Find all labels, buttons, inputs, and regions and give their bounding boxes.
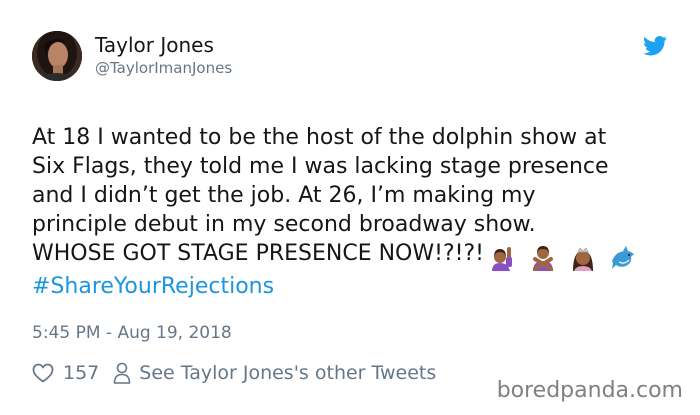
avatar[interactable] <box>32 31 82 81</box>
tweet-text-line-with-emojis: WHOSE GOT STAGE PRESENCE NOW!?!?! <box>32 239 682 272</box>
hashtag-link[interactable]: #ShareYourRejections <box>32 272 682 301</box>
tweet-actions: 157 See Taylor Jones's other Tweets <box>32 360 436 386</box>
princess-emoji <box>572 247 593 271</box>
heart-outline-icon[interactable] <box>32 363 54 383</box>
woman-raising-hand-emoji <box>491 247 512 271</box>
dolphin-emoji <box>611 246 634 269</box>
twitter-bird-icon[interactable] <box>643 36 667 56</box>
tweet-timestamp[interactable]: 5:45 PM - Aug 19, 2018 <box>32 322 232 344</box>
person-outline-icon <box>113 362 131 384</box>
like-count[interactable]: 157 <box>63 362 99 384</box>
emoji-row <box>490 243 643 272</box>
woman-gesturing-no-emoji <box>532 246 553 271</box>
tweet-text-line: At 18 I wanted to be the host of the dol… <box>32 125 607 150</box>
source-watermark: boredpanda.com <box>496 377 683 405</box>
embedded-tweet: Taylor Jones @TaylorImanJones At 18 I wa… <box>0 0 700 415</box>
tweet-text-line: principle debut in my second broadway sh… <box>32 212 536 237</box>
tweet-text: At 18 I wanted to be the host of the dol… <box>32 123 682 301</box>
tweet-text-line: WHOSE GOT STAGE PRESENCE NOW!?!?! <box>32 241 484 266</box>
tweet-text-line: and I didn’t get the job. At 26, I’m mak… <box>32 183 536 208</box>
display-name[interactable]: Taylor Jones <box>95 33 214 57</box>
user-handle[interactable]: @TaylorImanJones <box>95 58 232 78</box>
see-other-tweets-link[interactable]: See Taylor Jones's other Tweets <box>139 362 436 384</box>
tweet-text-line: Six Flags, they told me I was lacking st… <box>32 154 609 179</box>
